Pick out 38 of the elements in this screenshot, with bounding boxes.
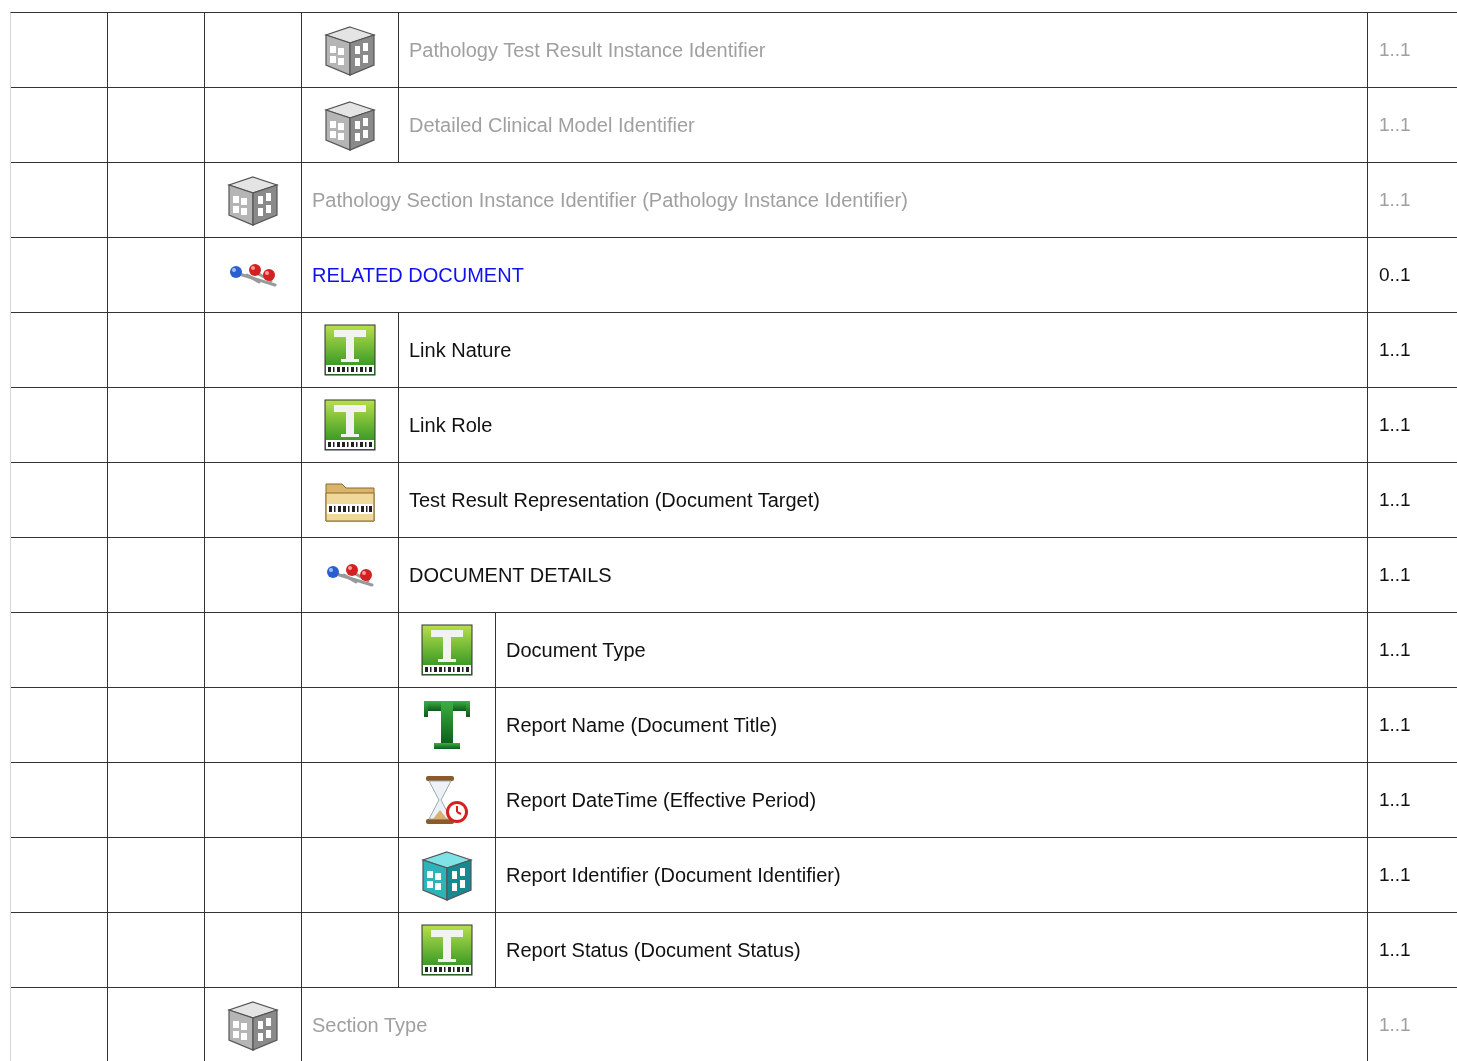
cube-icon — [227, 174, 279, 226]
letter-t-icon — [324, 324, 376, 376]
row-label: Link Nature — [409, 338, 512, 362]
occurrence-text: 1..1 — [1379, 489, 1411, 511]
row-label: Detailed Clinical Model Identifier — [409, 113, 695, 137]
row-label: Document Type — [506, 638, 646, 662]
occurrence-text: 1..1 — [1379, 114, 1411, 136]
cube-icon — [324, 99, 376, 151]
row-label: Section Type — [312, 1013, 428, 1037]
cube-icon — [227, 999, 279, 1051]
row-label: Link Role — [409, 413, 493, 437]
occurrence-text: 1..1 — [1379, 339, 1411, 361]
row-label: DOCUMENT DETAILS — [409, 563, 612, 587]
occurrence-text: 1..1 — [1379, 39, 1411, 61]
occurrence-text: 1..1 — [1379, 1014, 1411, 1036]
occurrence-text: 1..1 — [1379, 864, 1411, 886]
occurrence-text: 1..1 — [1379, 639, 1411, 661]
occurrence-text: 1..1 — [1379, 714, 1411, 736]
occurrence-text: 1..1 — [1379, 789, 1411, 811]
occurrence-text: 1..1 — [1379, 414, 1411, 436]
cube-icon — [324, 24, 376, 76]
row-label: Report DateTime (Effective Period) — [506, 788, 817, 812]
row-label: Pathology Section Instance Identifier (Pathology Instance Identifier) — [312, 188, 908, 212]
row-label: Report Status (Document Status) — [506, 938, 801, 962]
cube-icon — [421, 849, 473, 901]
occurrence-text: 1..1 — [1379, 564, 1411, 586]
letter-t-icon — [421, 924, 473, 976]
occurrence-text: 1..1 — [1379, 939, 1411, 961]
row-label: Report Identifier (Document Identifier) — [506, 863, 841, 887]
letter-t-icon — [324, 399, 376, 451]
row-label: Test Result Representation (Document Target) — [409, 488, 820, 512]
letter-t-icon — [421, 699, 473, 751]
occurrence-text: 1..1 — [1379, 189, 1411, 211]
section-link[interactable]: RELATED DOCUMENT — [312, 263, 524, 287]
occurrence-text: 0..1 — [1379, 264, 1411, 286]
letter-t-icon — [421, 624, 473, 676]
row-label: Pathology Test Result Instance Identifier — [409, 38, 766, 62]
row-label: Report Name (Document Title) — [506, 713, 778, 737]
